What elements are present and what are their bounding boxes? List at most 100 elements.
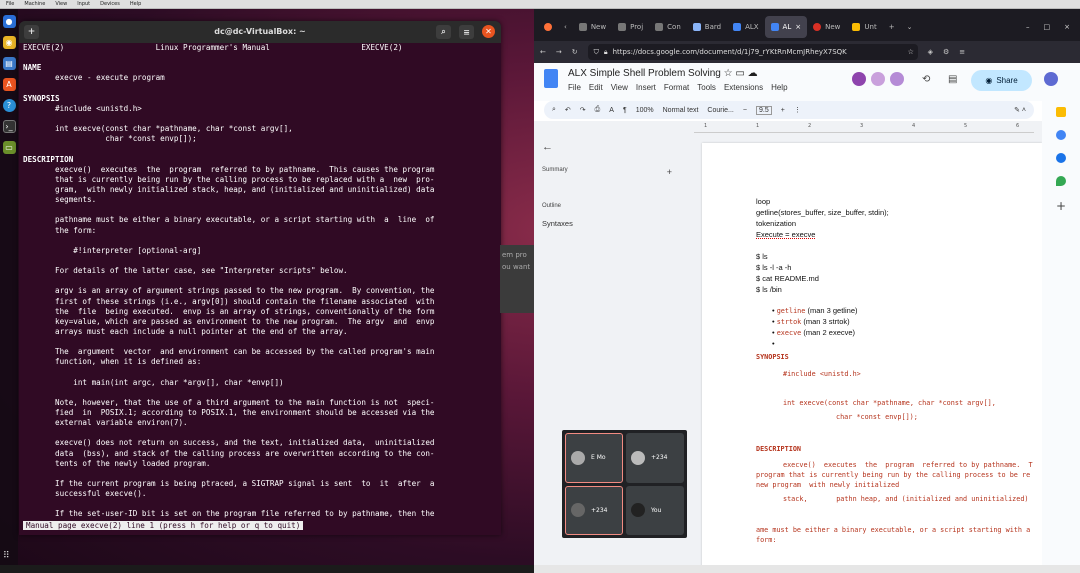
menu-help[interactable]: Help — [771, 83, 787, 92]
font-size-input[interactable]: 9.5 — [755, 105, 772, 115]
host-menu-devices[interactable]: Devices — [100, 0, 120, 9]
search-icon[interactable]: ⌕ — [436, 25, 451, 39]
maximize-button[interactable]: □ — [1044, 23, 1051, 31]
participant-name: +234 — [651, 454, 668, 462]
avatar[interactable] — [852, 72, 866, 86]
add-addon-icon[interactable]: + — [1056, 199, 1066, 213]
close-tab-icon[interactable]: × — [795, 23, 801, 31]
forward-icon[interactable]: → — [556, 48, 562, 56]
paint-format-icon[interactable]: ¶ — [623, 107, 627, 114]
lock-icon[interactable]: 🔒︎ — [604, 48, 608, 57]
avatar[interactable] — [871, 72, 885, 86]
hamburger-icon[interactable]: ≡ — [459, 25, 474, 39]
document-page[interactable]: loop getline(stores_buffer, size_buffer,… — [702, 143, 1042, 565]
close-window-button[interactable]: × — [1064, 23, 1070, 31]
keep-icon[interactable] — [1056, 107, 1066, 117]
avatar[interactable] — [890, 72, 904, 86]
tab-8[interactable]: Unt — [846, 16, 882, 38]
tab-7[interactable]: New — [807, 16, 846, 38]
font-select[interactable]: Courie... — [707, 107, 733, 114]
show-apps-icon[interactable]: ⠿ — [3, 551, 10, 561]
tab-1[interactable]: New — [573, 16, 612, 38]
doc-cmd: $ ls /bin — [756, 285, 782, 294]
horizontal-scrollbar[interactable] — [534, 565, 1080, 573]
maps-icon[interactable] — [1056, 176, 1066, 186]
menu-file[interactable]: File — [568, 83, 581, 92]
participant-tile[interactable]: +234 — [565, 485, 623, 535]
font-size-decrease[interactable]: − — [743, 107, 747, 114]
print-icon[interactable]: ⎙ — [595, 106, 601, 114]
tab-4[interactable]: Bard — [687, 16, 727, 38]
menu-extensions[interactable]: Extensions — [724, 83, 763, 92]
new-tab-button[interactable]: + — [883, 16, 901, 38]
host-menu-input[interactable]: Input — [77, 0, 90, 9]
minimize-button[interactable]: – — [1026, 23, 1030, 31]
menu-view[interactable]: View — [611, 83, 628, 92]
host-menu-machine[interactable]: Machine — [24, 0, 45, 9]
style-select[interactable]: Normal text — [663, 107, 699, 114]
terminal-output[interactable]: EXECVE(2) Linux Programmer's Manual EXEC… — [23, 43, 499, 533]
docs-logo-icon[interactable] — [544, 69, 558, 88]
account-avatar[interactable] — [1044, 72, 1058, 86]
menu-tools[interactable]: Tools — [697, 83, 716, 92]
menu-insert[interactable]: Insert — [636, 83, 656, 92]
terminal-titlebar[interactable]: + dc@dc-VirtualBox: ~ ⌕ ≡ ✕ — [19, 21, 501, 43]
contacts-icon[interactable] — [1056, 153, 1066, 163]
cloud-icon[interactable]: ☁ — [748, 68, 758, 79]
reload-icon[interactable]: ↻ — [572, 48, 578, 56]
move-icon[interactable]: ▭ — [735, 68, 744, 79]
shield-icon[interactable]: ⛉ — [594, 48, 599, 57]
share-button[interactable]: ◉ Share — [971, 70, 1032, 91]
history-icon[interactable]: ⟲ — [922, 74, 930, 85]
tab-firefox[interactable] — [538, 16, 558, 38]
help-icon[interactable]: ? — [2, 99, 16, 112]
back-arrow-icon[interactable]: ← — [542, 141, 692, 153]
outline-item[interactable]: Syntaxes — [542, 219, 692, 228]
page-icon — [578, 23, 587, 31]
participant-tile[interactable]: +234 — [626, 433, 684, 483]
meet-participants-popup[interactable]: E Mo +234 +234 You — [562, 430, 687, 538]
undo-icon[interactable]: ↶ — [565, 106, 571, 114]
tasks-icon[interactable] — [1056, 130, 1066, 140]
close-icon[interactable]: ✕ — [482, 25, 495, 38]
tab-back[interactable]: ‹ — [558, 16, 573, 38]
spellcheck-icon[interactable]: A — [609, 107, 614, 114]
browser-icon[interactable]: ● — [2, 15, 16, 28]
tab-6-active[interactable]: AL × — [764, 16, 808, 38]
participant-tile[interactable]: You — [626, 485, 684, 535]
tab-5[interactable]: ALX — [727, 16, 764, 38]
star-icon[interactable]: ☆ — [724, 68, 733, 79]
add-summary-button[interactable]: + — [667, 167, 672, 177]
software-icon[interactable]: A — [2, 78, 16, 91]
host-menu-view[interactable]: View — [55, 0, 67, 9]
menu-edit[interactable]: Edit — [589, 83, 603, 92]
music-icon[interactable]: ◉ — [2, 36, 16, 49]
zoom-select[interactable]: 100% — [636, 107, 654, 114]
search-menus-icon[interactable]: ⌕ — [552, 106, 556, 114]
tab-2[interactable]: Proj — [612, 16, 649, 38]
tab-3[interactable]: Con — [649, 16, 687, 38]
terminal-icon[interactable]: ›_ — [2, 120, 16, 133]
document-title[interactable]: ALX Simple Shell Problem Solving ☆ ▭ ☁ — [568, 68, 758, 79]
pocket-icon[interactable]: ◈ — [928, 48, 933, 56]
redo-icon[interactable]: ↷ — [580, 106, 586, 114]
tab-label: Proj — [630, 23, 644, 31]
back-icon[interactable]: ← — [540, 48, 546, 56]
host-menu-help[interactable]: Help — [130, 0, 141, 9]
tab-list-chevron-icon[interactable]: ⌄ — [901, 16, 919, 38]
document-icon[interactable]: ▤ — [2, 57, 16, 70]
url-field[interactable]: ⛉ 🔒︎ https://docs.google.com/document/d/… — [587, 44, 918, 60]
participant-tile[interactable]: E Mo — [565, 433, 623, 483]
menu-format[interactable]: Format — [664, 83, 689, 92]
extensions-icon[interactable]: ⚙ — [943, 48, 949, 56]
font-size-increase[interactable]: + — [781, 107, 785, 114]
comment-icon[interactable]: ▤ — [948, 74, 957, 85]
bookmark-star-icon[interactable]: ☆ — [908, 48, 914, 56]
more-icon[interactable]: ⋮ — [794, 106, 801, 114]
editing-mode-icon[interactable]: ✎ ˄ — [1014, 106, 1034, 114]
terminal-window[interactable]: + dc@dc-VirtualBox: ~ ⌕ ≡ ✕ EXECVE(2) Li… — [19, 21, 501, 535]
disk-icon[interactable]: ▭ — [2, 141, 16, 154]
host-menu-file[interactable]: File — [6, 0, 14, 9]
menu-icon[interactable]: ≡ — [959, 48, 965, 56]
